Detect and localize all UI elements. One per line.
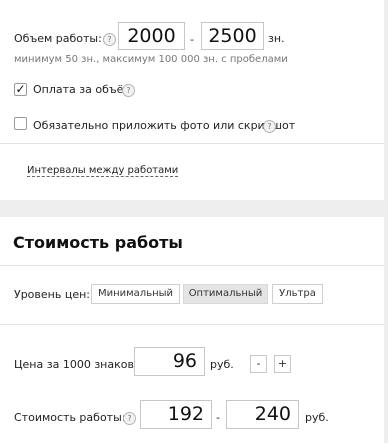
divider (0, 143, 384, 144)
pay-per-volume-label[interactable]: Оплата за объём (33, 83, 132, 96)
intervals-link[interactable]: Интервалы между работами (27, 165, 179, 177)
cost-section-title: Стоимость работы (13, 233, 183, 252)
attach-photo-checkbox[interactable] (14, 117, 27, 130)
price-level-label: Уровень цен: (14, 288, 90, 301)
decrease-price-button[interactable]: - (250, 355, 267, 373)
pay-per-volume-help-icon[interactable]: ? (122, 84, 135, 97)
total-cost-currency: руб. (305, 411, 329, 424)
attach-photo-help-icon[interactable]: ? (263, 120, 276, 133)
volume-from-input[interactable]: 2000 (118, 22, 185, 50)
total-cost-to-input[interactable]: 240 (226, 400, 299, 429)
price-per-1000-label: Цена за 1000 знаков: (14, 358, 138, 371)
increase-price-button[interactable]: + (274, 355, 291, 373)
total-cost-label: Стоимость работы: (14, 411, 126, 424)
price-per-1000-currency: руб. (210, 358, 234, 371)
price-level-ultra-button[interactable]: Ультра (272, 284, 323, 304)
total-cost-from-input[interactable]: 192 (140, 400, 212, 429)
price-level-minimal-button[interactable]: Минимальный (91, 284, 180, 304)
volume-unit: зн. (268, 32, 285, 45)
price-level-optimal-button[interactable]: Оптимальный (183, 284, 268, 304)
pay-per-volume-checkbox[interactable]: ✓ (14, 83, 27, 96)
price-per-1000-input[interactable]: 96 (134, 347, 205, 376)
volume-help-icon[interactable]: ? (103, 33, 116, 46)
total-cost-range-dash: - (216, 411, 220, 424)
checkmark-icon: ✓ (15, 82, 26, 96)
divider (0, 265, 384, 266)
volume-hint: минимум 50 зн., максимум 100 000 зн. с п… (14, 54, 288, 65)
volume-to-input[interactable]: 2500 (201, 22, 264, 50)
attach-photo-label[interactable]: Обязательно приложить фото или скриншот (33, 119, 295, 132)
divider (0, 324, 384, 325)
volume-range-dash: - (190, 33, 194, 46)
volume-label: Объем работы: (14, 32, 102, 45)
total-cost-help-icon[interactable]: ? (123, 412, 136, 425)
